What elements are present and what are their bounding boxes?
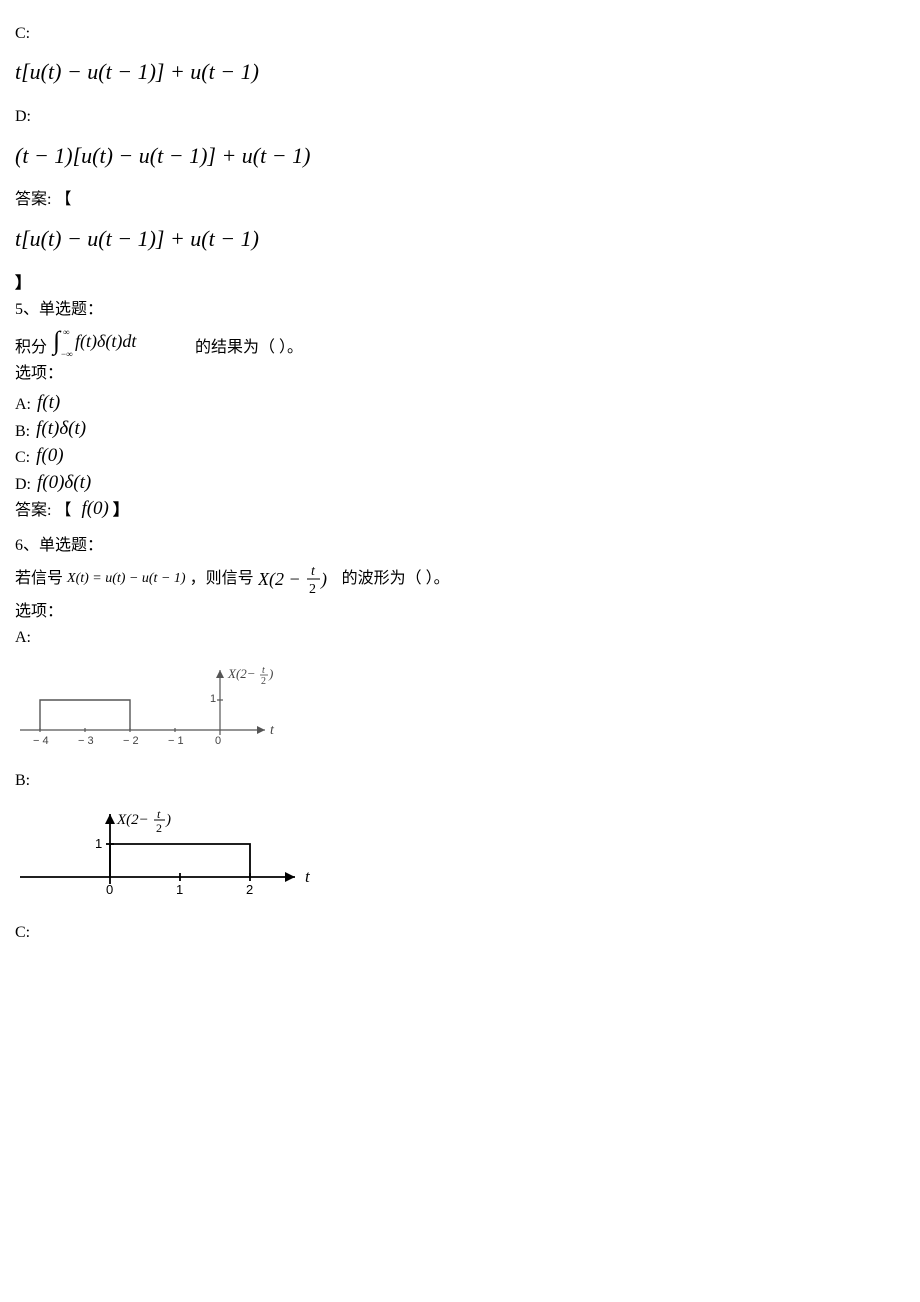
q6-stem-mid: ，则信号 [190, 568, 254, 590]
q5-header: 5、单选题： [15, 299, 905, 321]
q4-answer-close: 】 [15, 273, 905, 295]
svg-text:∞: ∞ [63, 327, 69, 337]
option-c-label: C: [15, 23, 905, 45]
q6-stem-pre: 若信号 [15, 568, 63, 590]
svg-text:0: 0 [106, 882, 113, 897]
q4-answer-prefix: 答案: 【 [15, 191, 71, 208]
svg-text:t: t [270, 723, 275, 738]
svg-text:−∞: −∞ [61, 349, 73, 359]
q5-option-d: D: f(0)δ(t) [15, 470, 905, 497]
svg-text:1: 1 [210, 693, 216, 705]
q6-header: 6、单选题： [15, 535, 905, 557]
q5-a-expr: f(t) [37, 390, 60, 417]
svg-text:1: 1 [95, 836, 102, 851]
svg-text:− 2: − 2 [123, 735, 139, 747]
q5-answer: 答案: 【 f(0) 】 [15, 496, 905, 523]
q5-stem-pre: 积分 [15, 337, 47, 359]
q5-c-expr: f(0) [36, 443, 63, 470]
svg-text:X(2−: X(2− [227, 666, 256, 681]
q4-answer-expr: t[u(t) − u(t − 1)] + u(t − 1) [15, 224, 905, 255]
q5-b-label: B: [15, 421, 30, 443]
q6-chart-b: 0 1 2 1 t X(2− t 2 ) [15, 802, 905, 902]
q5-d-expr: f(0)δ(t) [37, 470, 91, 497]
q5-answer-close: 】 [113, 500, 129, 522]
q5-option-a: A: f(t) [15, 390, 905, 417]
option-d-expr: (t − 1)[u(t) − u(t − 1)] + u(t − 1) [15, 141, 905, 172]
q5-answer-label: 答案: 【 [15, 500, 71, 522]
svg-text:2: 2 [156, 821, 162, 835]
svg-text:2: 2 [309, 582, 316, 597]
svg-text:X(2 −: X(2 − [258, 569, 301, 590]
svg-text:− 3: − 3 [78, 735, 94, 747]
svg-text:): ) [268, 666, 273, 681]
q6-stem-post: 的波形为（ ）。 [342, 568, 450, 590]
q6-expr2: X(2 − t 2 ) [258, 561, 338, 597]
q6-chart-a: − 4 − 3 − 2 − 1 0 1 t X(2− t 2 ) [15, 660, 905, 750]
q6-a-label: A: [15, 627, 905, 649]
q4-answer-label: 答案: 【 [15, 189, 905, 211]
q5-option-c: C: f(0) [15, 443, 905, 470]
svg-text:1: 1 [176, 882, 183, 897]
q6-stem: 若信号 X(t) = u(t) − u(t − 1) ，则信号 X(2 − t … [15, 561, 905, 597]
option-d-label: D: [15, 106, 905, 128]
q6-expr1: X(t) = u(t) − u(t − 1) [67, 569, 186, 589]
q5-options-label: 选项： [15, 363, 905, 385]
svg-text:X(2−: X(2− [116, 812, 149, 828]
svg-text:): ) [165, 812, 171, 828]
q5-answer-expr: f(0) [81, 496, 108, 523]
q5-c-label: C: [15, 447, 30, 469]
q5-b-expr: f(t)δ(t) [36, 416, 86, 443]
q5-a-label: A: [15, 394, 31, 416]
q6-c-label: C: [15, 922, 905, 944]
svg-text:2: 2 [261, 676, 266, 687]
svg-text:): ) [320, 569, 327, 590]
svg-text:t: t [262, 665, 265, 676]
q6-options-label: 选项： [15, 601, 905, 623]
svg-text:t: t [157, 807, 161, 821]
q5-integral: ∫ ∞ −∞ f(t)δ(t)dt [51, 325, 191, 359]
q5-d-label: D: [15, 474, 31, 496]
svg-text:− 1: − 1 [168, 735, 184, 747]
svg-text:t: t [311, 564, 316, 579]
svg-text:t: t [305, 867, 311, 886]
svg-text:2: 2 [246, 882, 253, 897]
svg-text:− 4: − 4 [33, 735, 49, 747]
q5-option-b: B: f(t)δ(t) [15, 416, 905, 443]
q5-stem: 积分 ∫ ∞ −∞ f(t)δ(t)dt 的结果为（ ）。 [15, 325, 905, 359]
q6-b-label: B: [15, 770, 905, 792]
option-c-expr: t[u(t) − u(t − 1)] + u(t − 1) [15, 57, 905, 88]
q5-stem-post: 的结果为（ ）。 [195, 337, 303, 359]
svg-text:0: 0 [215, 735, 221, 747]
svg-text:f(t)δ(t)dt: f(t)δ(t)dt [75, 331, 137, 352]
